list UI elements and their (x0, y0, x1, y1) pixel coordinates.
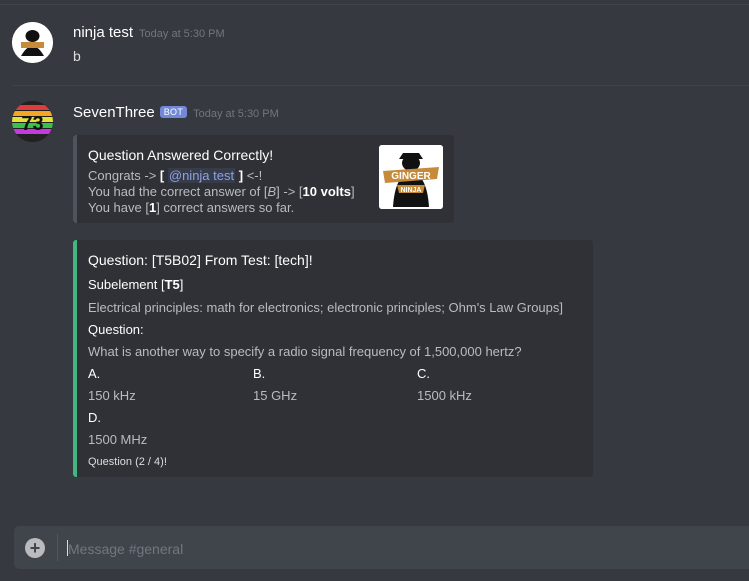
embed-title: Question Answered Correctly! (88, 147, 274, 163)
question-text: What is another way to specify a radio s… (88, 344, 522, 359)
username[interactable]: SevenThree (73, 104, 155, 121)
text-caret (67, 540, 68, 556)
timestamp: Today at 5:30 PM (193, 108, 279, 120)
answer-mid: ] -> [ (276, 184, 303, 199)
embed-accent-bar (73, 135, 77, 223)
congrats-line: Congrats -> [ @ninja test ] <-! (88, 168, 262, 184)
message-text: b (73, 48, 81, 64)
avatar[interactable]: 73 (12, 101, 53, 142)
username[interactable]: ninja test (73, 24, 133, 41)
option-c-value: 1500 kHz (417, 388, 472, 403)
question-field-name: Question: (88, 322, 144, 337)
message-header: ninja test Today at 5:30 PM (73, 24, 225, 41)
embed-accent-bar (73, 240, 77, 477)
plus-circle-icon[interactable]: + (25, 538, 45, 558)
thumbnail-text-top: GINGER (391, 171, 431, 182)
answer-embed: Question Answered Correctly! Congrats ->… (73, 135, 454, 223)
seventhree-avatar-icon: 73 (12, 101, 53, 142)
message-composer: + (14, 526, 749, 569)
subelement-description: Electrical principles: math for electron… (88, 300, 563, 315)
answer-prefix: You had the correct answer of [ (88, 184, 268, 199)
embed-footer: Question (2 / 4)! (88, 456, 167, 468)
option-b-value: 15 GHz (253, 388, 298, 403)
ninja-avatar-icon (12, 22, 53, 63)
composer-separator (57, 534, 58, 561)
top-divider (0, 4, 749, 5)
timestamp: Today at 5:30 PM (139, 28, 225, 40)
option-d-value: 1500 MHz (88, 432, 148, 447)
subelement-close: ] (179, 277, 184, 292)
option-a-label: A. (88, 366, 101, 381)
bot-tag: BOT (159, 106, 188, 118)
option-b-label: B. (253, 366, 266, 381)
svg-text:73: 73 (21, 113, 43, 135)
message-divider (12, 85, 749, 86)
answer-suffix: ] (350, 184, 355, 199)
subelement-code: T5 (164, 277, 180, 292)
congrats-suffix: <-! (243, 168, 263, 183)
score-prefix: You have [ (88, 200, 149, 215)
subelement-label: Subelement [ (88, 277, 165, 292)
subelement-field-name: Subelement [T5] (88, 277, 183, 292)
message-header: SevenThree BOT Today at 5:30 PM (73, 104, 279, 121)
option-d-label: D. (88, 410, 101, 425)
score-suffix: ] correct answers so far. (156, 200, 295, 215)
option-c-label: C. (417, 366, 430, 381)
user-mention[interactable]: @ninja test (167, 168, 236, 183)
message-input[interactable] (66, 536, 730, 562)
congrats-prefix: Congrats -> (88, 168, 160, 183)
option-a-value: 150 kHz (88, 388, 136, 403)
answer-value: 10 volts (302, 184, 351, 199)
score-line: You have [1] correct answers so far. (88, 200, 294, 216)
answer-letter: B (267, 184, 277, 199)
ginger-ninja-logo-icon: GINGER NINJA (379, 145, 443, 209)
embed-title: Question: [T5B02] From Test: [tech]! (88, 252, 313, 268)
question-embed: Question: [T5B02] From Test: [tech]! Sub… (73, 240, 593, 477)
bracket: [ (159, 168, 165, 183)
avatar[interactable] (12, 22, 53, 63)
embed-thumbnail[interactable]: GINGER NINJA (379, 145, 443, 209)
thumbnail-text-bottom: NINJA (400, 187, 421, 194)
answer-line: You had the correct answer of [B] -> [10… (88, 184, 355, 200)
